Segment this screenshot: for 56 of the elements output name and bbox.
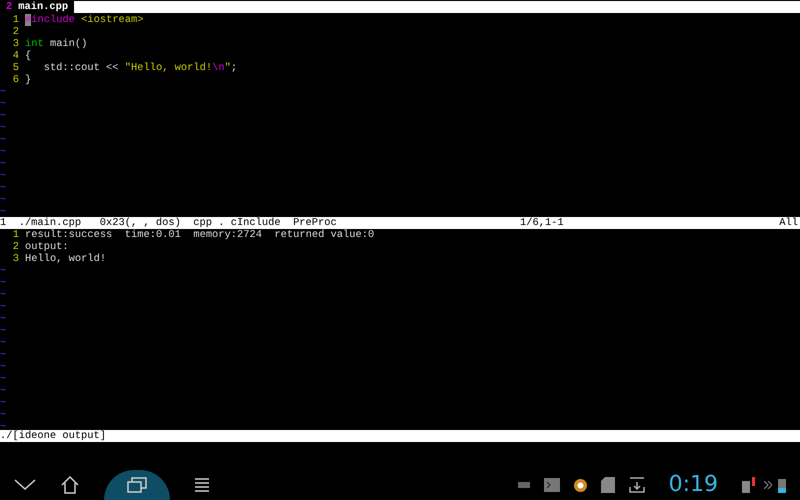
- empty-line-tilde: ~: [0, 361, 6, 373]
- empty-line-tilde: ~: [0, 421, 6, 433]
- line-number: 1: [12, 229, 20, 241]
- empty-line-tilde: ~: [0, 325, 6, 337]
- tab-label[interactable]: main.cpp: [18, 1, 74, 13]
- empty-line-tilde: ~: [0, 170, 6, 182]
- terminal-icon[interactable]: [544, 478, 560, 492]
- empty-line-tilde: ~: [0, 337, 6, 349]
- warning-signal-icon[interactable]: [742, 477, 758, 493]
- line-number: 4: [12, 50, 20, 62]
- code-line: int main(): [25, 38, 88, 50]
- empty-line-tilde: ~: [0, 289, 6, 301]
- empty-line-tilde: ~: [0, 86, 6, 98]
- output-line: output:: [25, 241, 69, 253]
- empty-line-tilde: ~: [0, 373, 6, 385]
- empty-line-tilde: ~: [0, 385, 6, 397]
- empty-line-tilde: ~: [0, 277, 6, 289]
- empty-line-tilde: ~: [0, 301, 6, 313]
- line-number: 1: [12, 14, 20, 26]
- code-line: }: [25, 74, 32, 86]
- output-line: result:success time:0.01 memory:2724 returned value:0: [25, 229, 374, 241]
- download-tray-icon[interactable]: [628, 477, 645, 493]
- empty-line-tilde: ~: [0, 182, 6, 194]
- line-number: 3: [12, 38, 20, 50]
- line-number: 3: [12, 253, 20, 265]
- stacked-windows-icon: [127, 477, 147, 493]
- code-line: std::cout << "Hello, world!\n";: [42, 62, 238, 74]
- empty-line-tilde: ~: [0, 265, 6, 277]
- sd-card-icon[interactable]: [600, 477, 615, 493]
- code-line: {: [25, 50, 32, 62]
- empty-line-tilde: ~: [0, 397, 6, 409]
- line-number: 2: [12, 26, 20, 38]
- empty-line-tilde: ~: [0, 409, 6, 421]
- empty-line-tilde: ~: [0, 98, 6, 110]
- double-chevron-icon: [764, 481, 772, 489]
- empty-line-tilde: ~: [0, 146, 6, 158]
- line-number: 5: [12, 62, 20, 74]
- empty-line-tilde: ~: [0, 110, 6, 122]
- circle-a-icon[interactable]: [574, 478, 587, 492]
- empty-line-tilde: ~: [0, 158, 6, 170]
- code-line: #include <iostream>: [25, 14, 144, 26]
- line-number: 2: [12, 241, 20, 253]
- menu-icon[interactable]: [194, 477, 210, 493]
- empty-line-tilde: ~: [0, 206, 6, 218]
- empty-line-tilde: ~: [0, 349, 6, 361]
- empty-line-tilde: ~: [0, 122, 6, 134]
- chevron-down-icon[interactable]: [14, 479, 36, 491]
- line-number: 6: [12, 74, 20, 86]
- output-line: Hello, world!: [25, 253, 106, 265]
- clock: 0:19: [668, 472, 718, 498]
- home-icon[interactable]: [60, 475, 80, 495]
- battery-icon: [778, 477, 786, 493]
- empty-line-tilde: ~: [0, 194, 6, 206]
- empty-line-tilde: ~: [0, 134, 6, 146]
- tab-count: 2: [5, 1, 14, 13]
- empty-line-tilde: ~: [0, 313, 6, 325]
